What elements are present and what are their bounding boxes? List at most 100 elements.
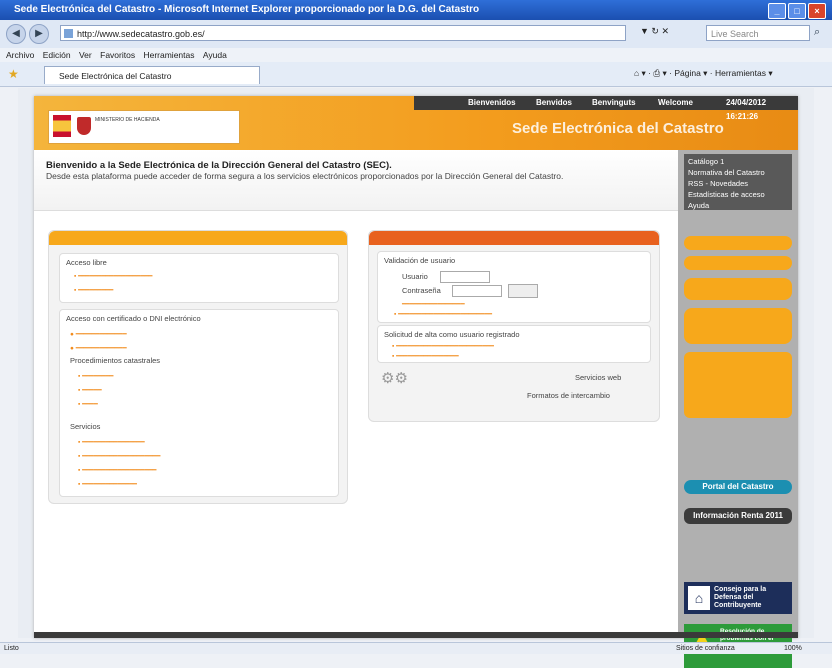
sidebar-link[interactable]: Ayuda [688,200,788,211]
page-footer-bar [34,632,798,638]
page-menu[interactable]: Página [674,68,700,78]
status-bar: Listo Sitios de confianza 100% [0,642,832,654]
acceso-libre-label: Acceso libre [66,258,107,267]
consejo-contribuyente-banner[interactable]: ⌂ Consejo para la Defensa del Contribuye… [684,582,792,614]
trusted-zone: Sitios de confianza [676,645,735,652]
cdc-logo-icon: ⌂ [688,586,710,610]
sidebar-orange-panel[interactable] [684,352,792,418]
gears-icon: ⚙⚙ [381,370,408,387]
close-button[interactable]: × [808,3,826,19]
solicitud-link[interactable]: ▪ ━━━━━━━━━━━━━━━━━━━━━━━━━ [392,342,494,350]
minimize-button[interactable]: _ [768,3,786,19]
window-titlebar: Sede Electrónica del Catastro - Microsof… [0,0,832,20]
procedimiento-link[interactable]: ▪ ━━━━ [78,400,98,408]
acceso-cert-link[interactable]: ▪ ━━━━━━━━━━━━━━━━━━━━━━━━ [394,310,492,318]
command-bar: ⌂ ▾ · ⎙ ▾ · Página ▾ · Herramientas ▾ [634,68,773,78]
welcome-heading: Bienvenido a la Sede Electrónica de la D… [46,160,392,171]
tools-menu[interactable]: Herramientas [715,68,766,78]
welcome-section: Bienvenido a la Sede Electrónica de la D… [34,150,678,211]
usuario-panel: Validación de usuario Usuario Contraseña… [368,230,660,422]
servicios-web-link[interactable]: Servicios web [575,373,621,382]
sidebar-orange-button[interactable] [684,256,792,270]
sidebar-link[interactable]: Estadísticas de acceso [688,189,788,200]
url-input[interactable]: http://www.sedecatastro.gob.es/ [60,25,626,41]
sidebar-orange-button[interactable] [684,236,792,250]
menu-herramientas[interactable]: Herramientas [143,50,194,60]
servicio-link[interactable]: ▪ ━━━━━━━━━━━━━━━━━━━━ [78,452,160,460]
site-title: Sede Electrónica del Catastro [512,120,724,137]
header-datetime: 24/04/2012 16:21:26 [726,98,767,121]
browser-viewport: MINISTERIO DE HACIENDA Bienvenidos Benvi… [18,88,814,668]
menu-ayuda[interactable]: Ayuda [203,50,227,60]
sidebar-links: Catálogo 1 Normativa del Catastro RSS - … [684,154,792,210]
status-done: Listo [4,645,19,652]
sidebar-link[interactable]: Normativa del Catastro [688,167,788,178]
olvido-link[interactable]: ━━━━━━━━━━━━━━━━ [402,300,465,308]
acceso-libre-box: Acceso libre ▪ ━━━━━━━━━━━━━━━━━━━ ▪ ━━━… [59,253,339,303]
acceso-certificado-label: Acceso con certificado o DNI electrónico [66,314,201,323]
solicitud-box: Solicitud de alta como usuario registrad… [377,325,651,363]
validacion-box: Validación de usuario Usuario Contraseña… [377,251,651,323]
usuario-label: Usuario [402,272,428,281]
cert-option-link[interactable]: ● ━━━━━━━━━━━━━ [70,330,127,338]
servicio-link[interactable]: ▪ ━━━━━━━━━━━━━━ [78,480,137,488]
acceso-libre-link[interactable]: ▪ ━━━━━━━━━ [74,286,113,294]
coat-of-arms-icon [77,117,91,135]
usuario-panel-header [369,231,659,245]
solicitud-link[interactable]: ▪ ━━━━━━━━━━━━━━━━ [392,352,459,360]
lang-benvinguts[interactable]: Benvinguts [592,96,636,110]
menu-archivo[interactable]: Archivo [6,50,34,60]
procedimiento-link[interactable]: ▪ ━━━━━ [78,386,102,394]
sidebar-orange-button[interactable] [684,278,792,300]
acceso-panel: Acceso libre ▪ ━━━━━━━━━━━━━━━━━━━ ▪ ━━━… [48,230,348,504]
address-bar: ◀ ▶ http://www.sedecatastro.gob.es/ ▼ ↻ … [0,20,832,49]
ministry-logo: MINISTERIO DE HACIENDA [48,110,240,144]
browser-tab[interactable]: Sede Electrónica del Catastro [44,66,260,84]
lang-benvidos[interactable]: Benvidos [536,96,572,110]
home-icon[interactable]: ⌂ [634,68,639,78]
formatos-link[interactable]: Formatos de intercambio [527,391,610,400]
portal-catastro-button[interactable]: Portal del Catastro [684,480,792,494]
language-nav: Bienvenidos Benvidos Benvinguts Welcome … [414,96,798,121]
sidebar-link[interactable]: RSS - Novedades [688,178,788,189]
spain-flag-icon [53,115,71,137]
window-title: Sede Electrónica del Catastro - Microsof… [14,4,480,15]
right-sidebar: Catálogo 1 Normativa del Catastro RSS - … [678,150,798,668]
forward-button[interactable]: ▶ [29,24,49,44]
favorites-star-icon[interactable]: ★ [8,67,19,81]
refresh-stop-icons[interactable]: ▼ ↻ ✕ [640,26,669,37]
menu-favoritos[interactable]: Favoritos [100,50,135,60]
tab-bar: ★ Sede Electrónica del Catastro ⌂ ▾ · ⎙ … [0,62,832,87]
sidebar-orange-button[interactable] [684,308,792,344]
procedimientos-label: Procedimientos catastrales [70,356,161,365]
acceso-libre-link[interactable]: ▪ ━━━━━━━━━━━━━━━━━━━ [74,272,152,280]
maximize-button[interactable]: □ [788,3,806,19]
acceso-panel-header [49,231,347,245]
cert-option-link[interactable]: ● ━━━━━━━━━━━━━ [70,344,127,352]
zoom-level[interactable]: 100% [784,643,802,654]
procedimiento-link[interactable]: ▪ ━━━━━━━━ [78,372,113,380]
informacion-renta-button[interactable]: Información Renta 2011 [684,508,792,524]
back-button[interactable]: ◀ [6,24,26,44]
web-page: MINISTERIO DE HACIENDA Bienvenidos Benvi… [34,96,798,668]
menu-bar: Archivo Edición Ver Favoritos Herramient… [0,48,832,62]
print-icon[interactable]: ⎙ [653,68,660,78]
servicio-link[interactable]: ▪ ━━━━━━━━━━━━━━━━ [78,438,145,446]
servicio-link[interactable]: ▪ ━━━━━━━━━━━━━━━━━━━ [78,466,156,474]
solicitud-label: Solicitud de alta como usuario registrad… [384,330,520,339]
login-button[interactable] [508,284,538,298]
servicios-label: Servicios [70,422,101,431]
menu-ver[interactable]: Ver [79,50,92,60]
favicon-icon [64,29,73,38]
sidebar-link[interactable]: Catálogo 1 [688,156,788,167]
contrasena-label: Contraseña [402,286,441,295]
menu-edicion[interactable]: Edición [43,50,71,60]
lang-bienvenidos[interactable]: Bienvenidos [468,96,516,110]
acceso-certificado-box: Acceso con certificado o DNI electrónico… [59,309,339,497]
contrasena-input[interactable] [452,285,502,297]
validacion-label: Validación de usuario [384,256,456,265]
search-icon[interactable]: ⌕ [814,26,820,39]
usuario-input[interactable] [440,271,490,283]
search-input[interactable]: Live Search [706,25,810,41]
lang-welcome[interactable]: Welcome [658,96,693,110]
